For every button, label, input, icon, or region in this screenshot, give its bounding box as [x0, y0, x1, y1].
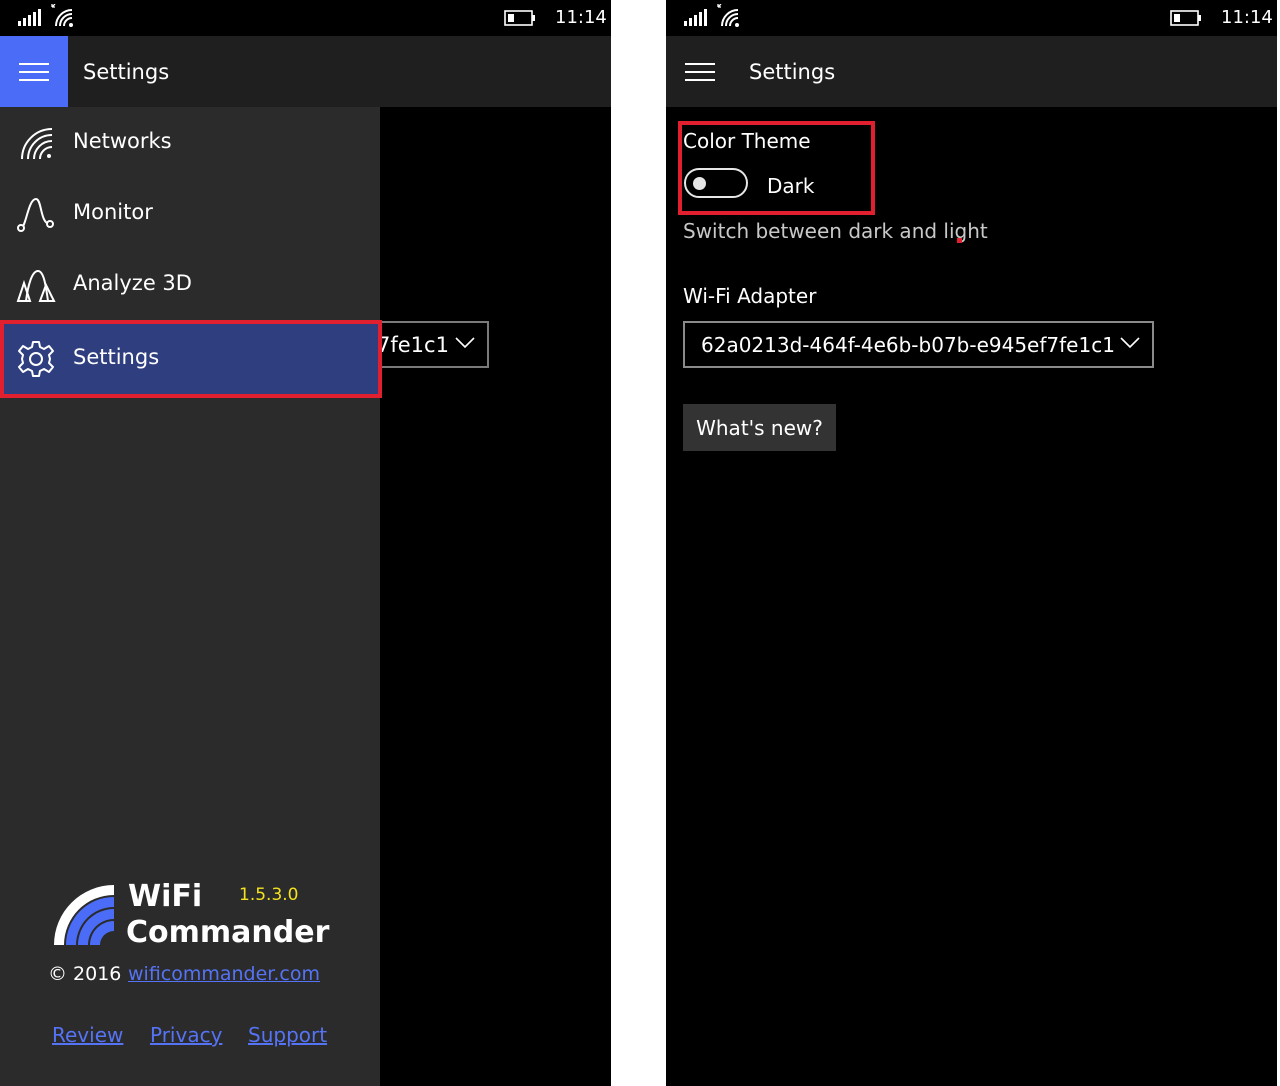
color-theme-toggle[interactable]	[684, 168, 748, 198]
wifi-status-icon	[717, 4, 739, 27]
wifi-adapter-dropdown[interactable]: 62a0213d-464f-4e6b-b07b-e945ef7fe1c1	[683, 321, 1154, 368]
wifi-signal-icon	[21, 128, 53, 160]
battery-icon	[1170, 10, 1201, 26]
nav-item-label: Networks	[73, 129, 172, 153]
monitor-graph-icon	[17, 197, 54, 232]
hamburger-icon	[685, 62, 715, 81]
cellular-signal-icon	[684, 9, 707, 26]
status-bar: 11:14	[666, 0, 1277, 36]
adapter-dropdown-value: 7fe1c1	[377, 333, 449, 357]
privacy-link[interactable]: Privacy	[150, 1023, 222, 1047]
app-version: 1.5.3.0	[239, 885, 299, 905]
phone-screen-left: 11:14 Settings 7fe1c1 Networks Monitor A…	[0, 0, 611, 1086]
whats-new-button[interactable]: What's new?	[683, 404, 836, 451]
nav-item-settings[interactable]: Settings	[0, 323, 380, 395]
copyright-text: © 2016	[48, 963, 122, 985]
status-time: 11:14	[555, 7, 607, 28]
color-theme-helper-text: Switch between dark and light	[683, 219, 988, 243]
page-title: Settings	[749, 60, 836, 84]
gear-icon	[18, 341, 54, 377]
phone-screen-right: 11:14 Settings Color Theme Dark Switch b…	[666, 0, 1277, 1086]
wifi-commander-logo-icon	[54, 885, 114, 945]
toggle-knob	[693, 177, 706, 190]
support-link[interactable]: Support	[248, 1023, 327, 1047]
cellular-signal-icon	[18, 9, 41, 26]
title-bar: Settings	[666, 36, 1277, 107]
wifi-adapter-value: 62a0213d-464f-4e6b-b07b-e945ef7fe1c1	[701, 333, 1115, 357]
brand-name-line1: WiFi	[128, 879, 203, 914]
status-bar: 11:14	[0, 0, 611, 36]
chevron-down-icon	[1120, 337, 1140, 349]
wifi-status-icon	[51, 4, 73, 27]
website-link[interactable]: wificommander.com	[128, 963, 320, 985]
navigation-drawer: Networks Monitor Analyze 3D Settings WiF…	[0, 107, 382, 1086]
nav-item-label: Settings	[73, 345, 160, 369]
nav-item-monitor[interactable]: Monitor	[0, 178, 380, 249]
wifi-adapter-label: Wi-Fi Adapter	[683, 284, 817, 308]
status-time: 11:14	[1221, 7, 1273, 28]
hamburger-menu-button[interactable]	[0, 36, 68, 107]
color-theme-state: Dark	[767, 174, 815, 198]
hamburger-icon	[19, 62, 49, 81]
app-brand: WiFi 1.5.3.0 Commander	[52, 877, 352, 957]
nav-item-label: Analyze 3D	[73, 271, 192, 295]
page-title: Settings	[83, 60, 170, 84]
nav-item-networks[interactable]: Networks	[0, 107, 380, 178]
review-link[interactable]: Review	[52, 1023, 123, 1047]
hamburger-menu-button[interactable]	[666, 36, 734, 107]
nav-item-analyze-3d[interactable]: Analyze 3D	[0, 249, 380, 320]
analyze-3d-icon	[16, 269, 56, 302]
cursor-marker	[957, 238, 962, 243]
brand-name-line2: Commander	[126, 915, 330, 950]
color-theme-label: Color Theme	[683, 129, 811, 153]
battery-icon	[504, 10, 535, 26]
nav-item-label: Monitor	[73, 200, 153, 224]
title-bar: Settings	[0, 36, 611, 107]
chevron-down-icon	[455, 337, 475, 349]
